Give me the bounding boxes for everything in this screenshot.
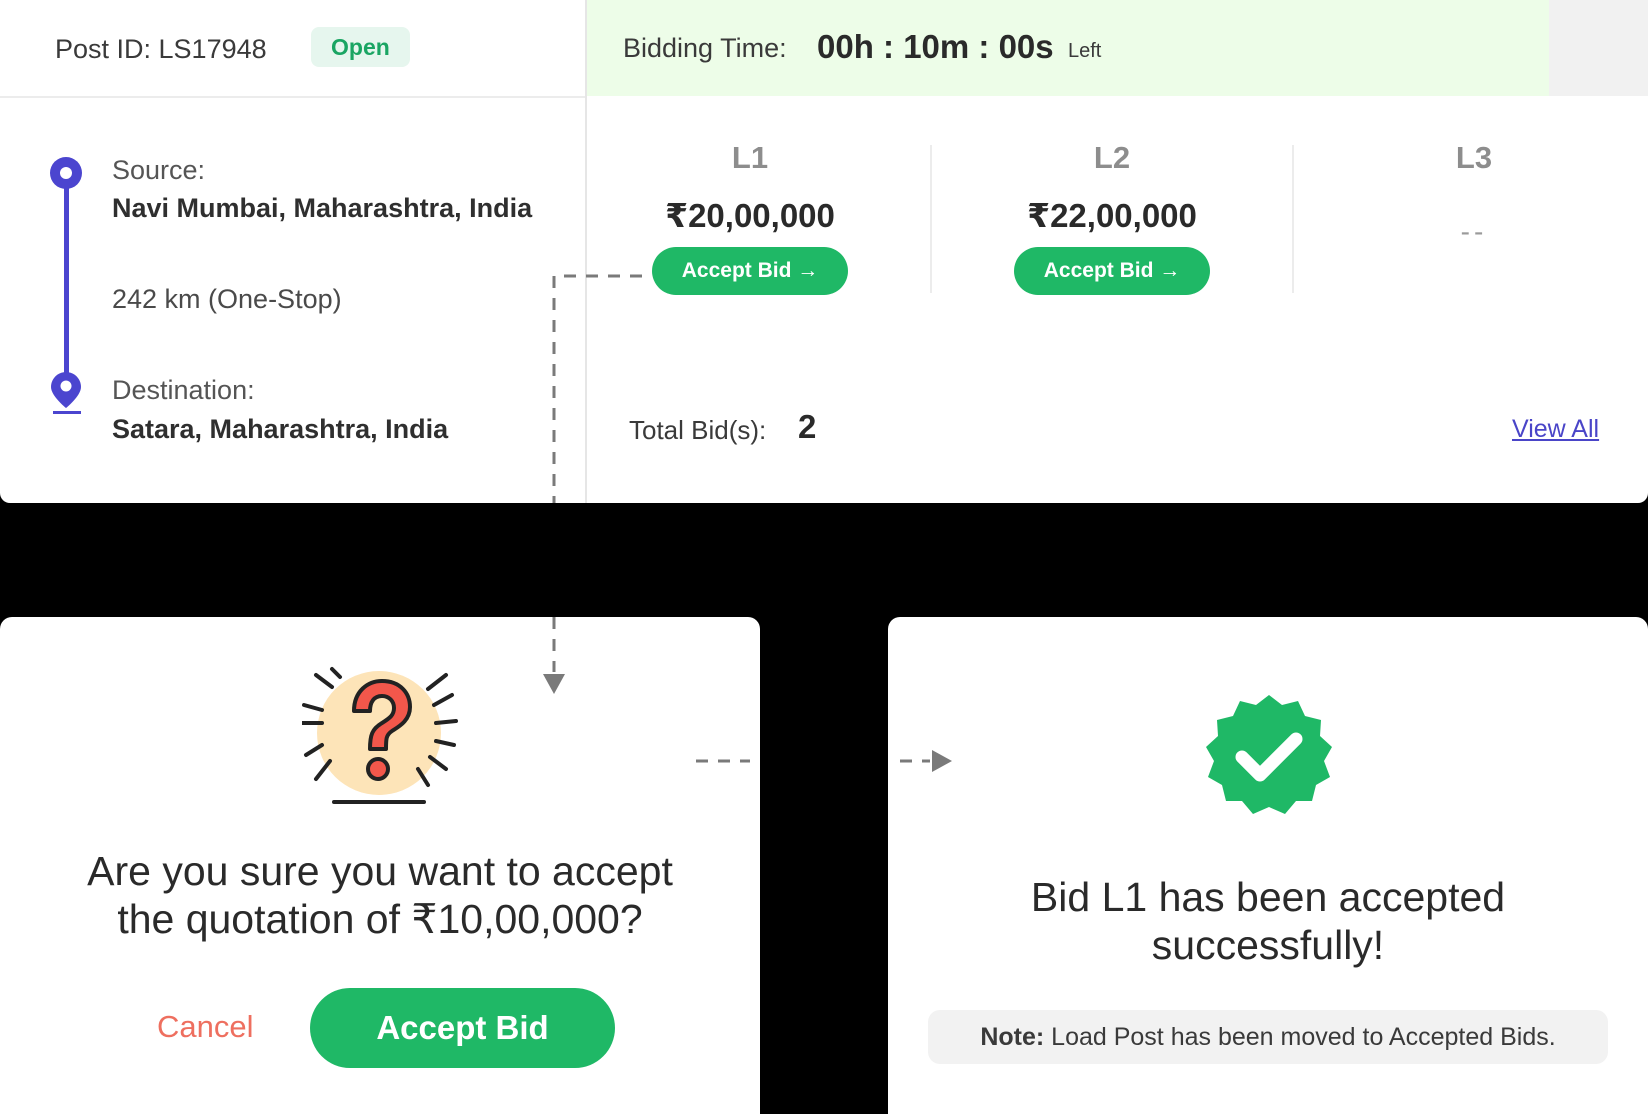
arrow-down-icon [543,674,565,694]
flow-connectors [543,274,952,772]
arrow-right-icon [932,750,952,772]
